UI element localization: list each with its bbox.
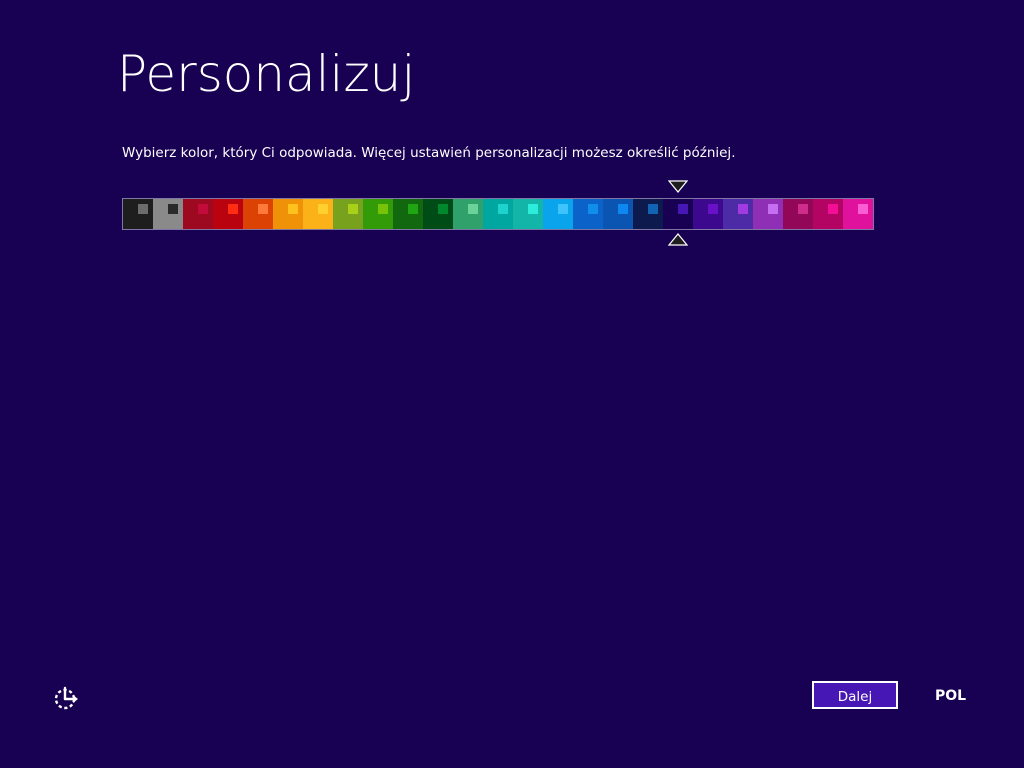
color-swatch[interactable]: [573, 199, 603, 229]
color-swatch[interactable]: [303, 199, 333, 229]
color-swatch-accent: [228, 204, 238, 214]
color-swatch[interactable]: [813, 199, 843, 229]
oobe-personalize-screen: Personalizuj Wybierz kolor, który Ci odp…: [0, 0, 1024, 768]
color-swatch-accent: [468, 204, 478, 214]
color-swatch[interactable]: [363, 199, 393, 229]
color-swatch-accent: [528, 204, 538, 214]
color-swatch[interactable]: [483, 199, 513, 229]
color-swatch-accent: [348, 204, 358, 214]
color-swatch[interactable]: [423, 199, 453, 229]
color-swatch[interactable]: [843, 199, 873, 229]
color-swatch[interactable]: [783, 199, 813, 229]
color-swatch[interactable]: [633, 199, 663, 229]
color-swatch-accent: [588, 204, 598, 214]
color-swatch[interactable]: [723, 199, 753, 229]
footer-bar: Dalej POL: [0, 0, 1024, 768]
page-title: Personalizuj: [117, 45, 416, 103]
color-swatch-accent: [618, 204, 628, 214]
color-swatch-accent: [138, 204, 148, 214]
color-swatch[interactable]: [123, 199, 153, 229]
color-swatch-accent: [768, 204, 778, 214]
color-swatch-accent: [678, 204, 688, 214]
color-swatch[interactable]: [393, 199, 423, 229]
selection-marker-down-icon: [668, 180, 688, 193]
color-swatch-accent: [318, 204, 328, 214]
color-swatch-accent: [378, 204, 388, 214]
color-swatch[interactable]: [543, 199, 573, 229]
color-swatch-accent: [198, 204, 208, 214]
color-swatch[interactable]: [513, 199, 543, 229]
color-swatch[interactable]: [273, 199, 303, 229]
color-swatch-accent: [168, 204, 178, 214]
selection-marker-up-icon: [668, 233, 688, 246]
color-swatch-accent: [288, 204, 298, 214]
color-swatch-accent: [738, 204, 748, 214]
color-swatch[interactable]: [693, 199, 723, 229]
next-button[interactable]: Dalej: [812, 681, 898, 709]
color-swatch[interactable]: [453, 199, 483, 229]
instruction-text: Wybierz kolor, który Ci odpowiada. Więce…: [122, 145, 736, 161]
color-swatch-accent: [498, 204, 508, 214]
color-swatch[interactable]: [333, 199, 363, 229]
color-swatch-accent: [858, 204, 868, 214]
color-swatch[interactable]: [663, 199, 693, 229]
color-swatch-accent: [558, 204, 568, 214]
color-swatch-accent: [828, 204, 838, 214]
color-swatch[interactable]: [603, 199, 633, 229]
color-swatch[interactable]: [183, 199, 213, 229]
color-swatch[interactable]: [213, 199, 243, 229]
color-palette: [122, 198, 874, 230]
color-swatch-accent: [708, 204, 718, 214]
color-swatch[interactable]: [243, 199, 273, 229]
color-swatch-accent: [798, 204, 808, 214]
color-swatch[interactable]: [753, 199, 783, 229]
language-indicator[interactable]: POL: [935, 688, 966, 704]
ease-of-access-icon[interactable]: [52, 684, 80, 712]
color-swatch-accent: [648, 204, 658, 214]
color-swatch-accent: [408, 204, 418, 214]
color-picker: [122, 180, 874, 248]
color-swatch-accent: [438, 204, 448, 214]
color-swatch[interactable]: [153, 199, 183, 229]
color-swatch-accent: [258, 204, 268, 214]
